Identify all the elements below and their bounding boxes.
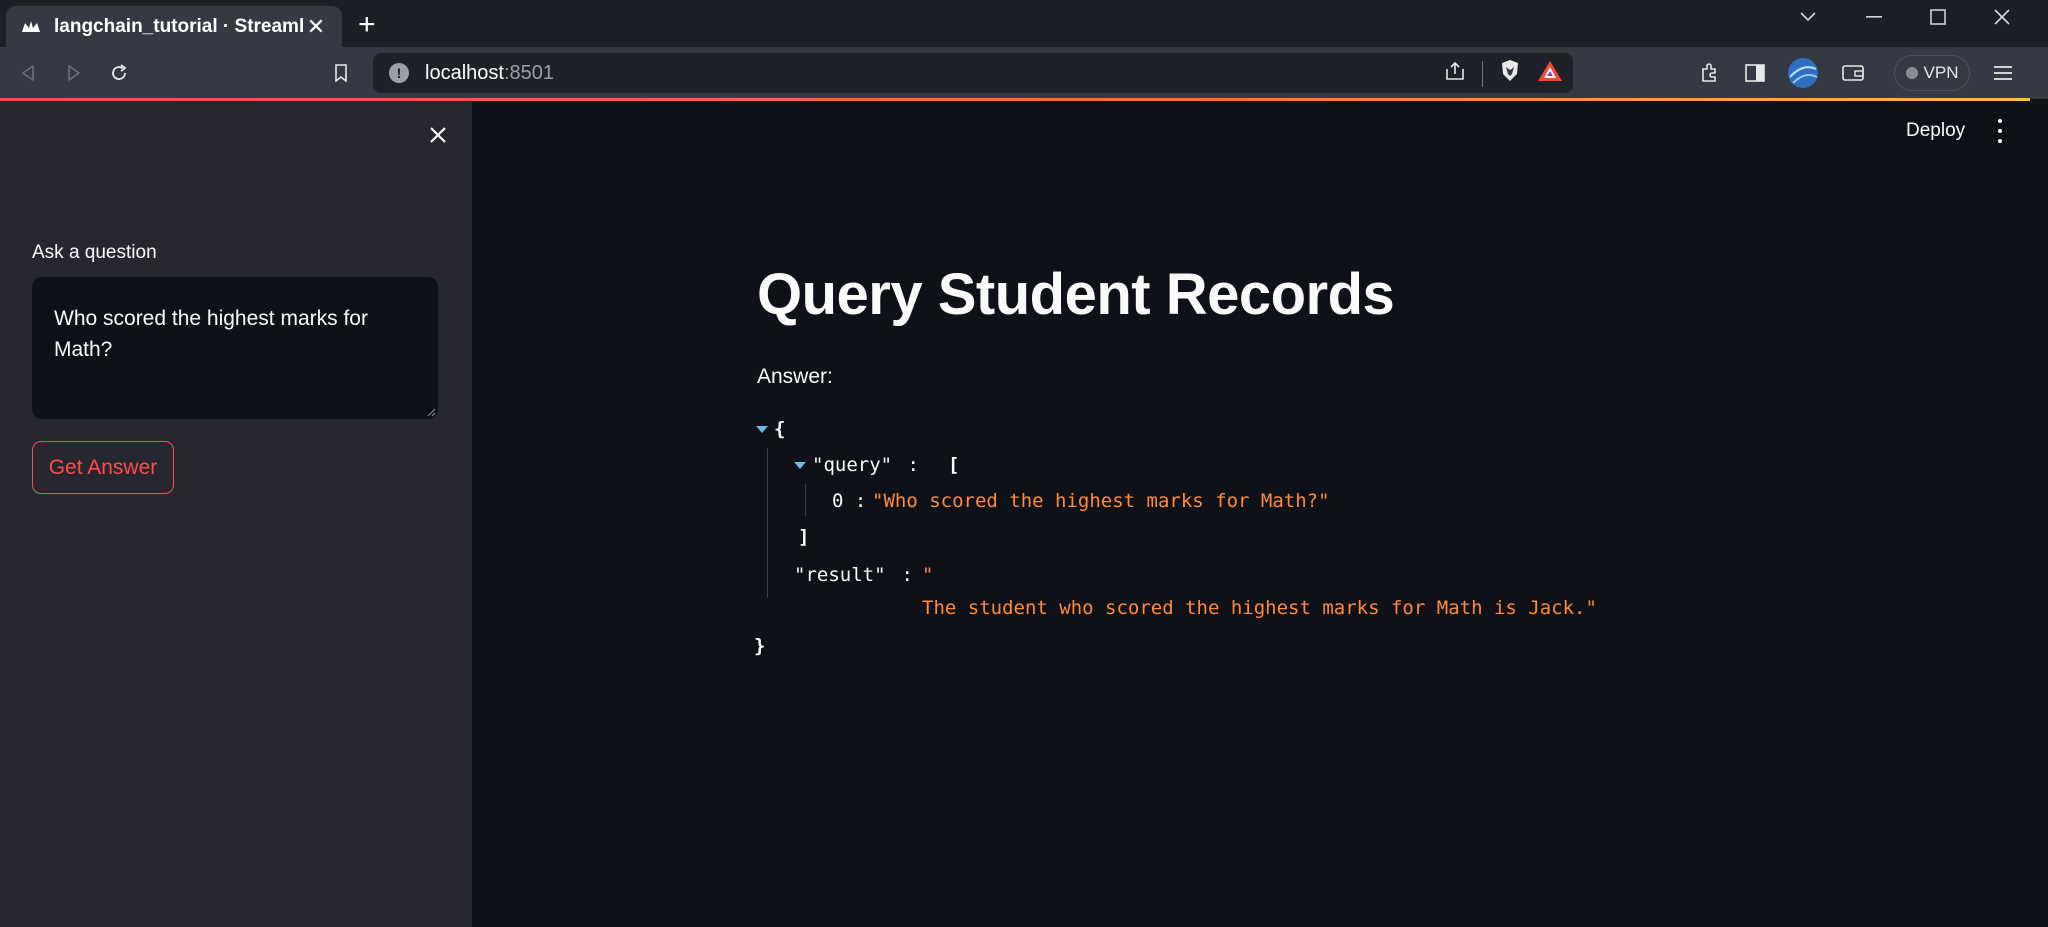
sidebar: Ask a question Who scored the highest ma… (0, 101, 472, 927)
profile-icon[interactable] (1786, 56, 1820, 90)
window-close-icon[interactable] (1982, 4, 2022, 30)
json-query-colon: : (896, 454, 931, 476)
collapse-root-icon[interactable] (756, 426, 768, 433)
tab-search-icon[interactable] (1788, 4, 1828, 30)
get-answer-button[interactable]: Get Answer (32, 441, 174, 494)
address-bar[interactable]: ! localhost:8501 (373, 53, 1573, 93)
question-label: Ask a question (32, 242, 157, 263)
forward-icon[interactable] (60, 59, 88, 87)
json-close-bracket: ] (798, 526, 810, 548)
minimize-icon[interactable] (1854, 4, 1894, 30)
resize-handle-icon[interactable] (426, 407, 436, 417)
share-icon[interactable] (1444, 61, 1466, 86)
json-result-key: "result" (794, 564, 886, 586)
scrollbar[interactable] (2030, 101, 2048, 927)
json-index-0: 0 : (832, 490, 867, 512)
extensions-icon[interactable] (1697, 60, 1723, 86)
menu-icon[interactable] (1990, 60, 2016, 86)
deploy-button[interactable]: Deploy (1906, 120, 1965, 142)
wallet-icon[interactable] (1840, 60, 1866, 86)
json-query-value: "Who scored the highest marks for Math?" (872, 490, 1330, 512)
streamlit-favicon (20, 16, 42, 38)
browser-titlebar: langchain_tutorial · Streamlit ✕ + (0, 0, 2048, 47)
new-tab-button[interactable]: + (358, 10, 376, 40)
json-close-brace: } (754, 635, 766, 657)
kebab-icon[interactable] (1994, 119, 2006, 143)
question-text: Who scored the highest marks for Math? (54, 307, 368, 361)
collapse-query-icon[interactable] (794, 462, 806, 469)
vpn-status-icon (1905, 67, 1918, 79)
browser-toolbar: ! localhost:8501 VPN (0, 47, 2048, 99)
json-result-value: The student who scored the highest marks… (922, 597, 1597, 619)
question-textarea[interactable]: Who scored the highest marks for Math? (32, 277, 438, 419)
json-indent-guide (805, 484, 806, 516)
maximize-icon[interactable] (1918, 4, 1958, 30)
url-separator (1482, 60, 1483, 87)
json-open-brace: { (774, 418, 786, 440)
vpn-button[interactable]: VPN (1894, 55, 1970, 91)
tab-streamlit[interactable]: langchain_tutorial · Streamlit ✕ (6, 6, 342, 47)
url-host: localhost (425, 61, 504, 84)
reload-icon[interactable] (105, 59, 133, 87)
back-icon[interactable] (14, 59, 42, 87)
json-result-colon: : (890, 564, 925, 586)
json-result-open-quote: " (922, 564, 934, 586)
brave-rewards-icon[interactable] (1537, 60, 1563, 87)
json-query-key: "query" (812, 454, 893, 476)
bookmark-icon[interactable] (327, 59, 355, 87)
vpn-label: VPN (1923, 63, 1959, 82)
tab-close-icon[interactable]: ✕ (304, 15, 328, 38)
url-port: :8501 (503, 61, 554, 84)
main-content: Deploy Query Student Records Answer: { "… (472, 101, 2030, 927)
page-title: Query Student Records (757, 262, 1395, 327)
brave-shield-icon[interactable] (1499, 59, 1521, 88)
close-icon[interactable] (424, 121, 452, 149)
json-indent-guide (767, 448, 768, 598)
json-open-bracket: [ (948, 454, 960, 476)
info-icon[interactable]: ! (389, 63, 409, 83)
tab-title: langchain_tutorial · Streamlit (54, 15, 304, 37)
sidebar-icon[interactable] (1742, 60, 1768, 86)
answer-label: Answer: (757, 365, 833, 388)
